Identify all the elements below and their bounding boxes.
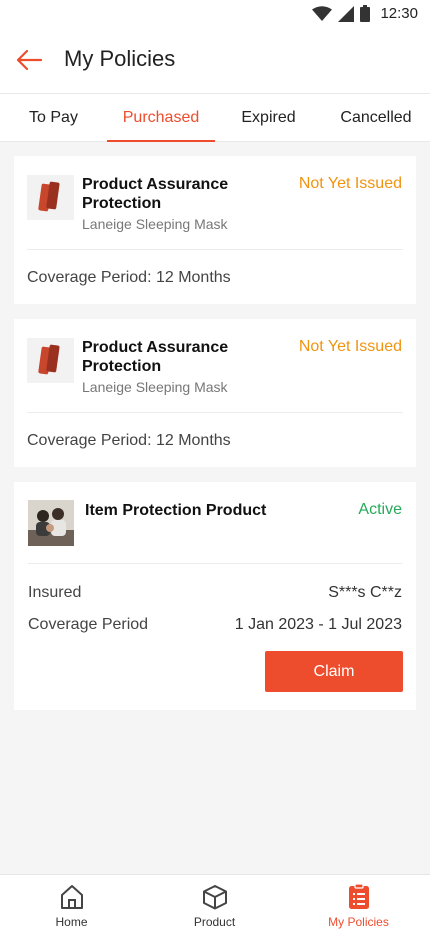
nav-label: Product bbox=[193, 915, 236, 929]
status-time: 12:30 bbox=[380, 5, 418, 22]
signal-icon bbox=[338, 5, 355, 22]
tab-purchased[interactable]: Purchased bbox=[107, 94, 215, 142]
app-header: My Policies bbox=[0, 28, 430, 93]
policy-card[interactable]: Item Protection Product Active Insured S… bbox=[14, 482, 416, 710]
box-icon bbox=[202, 885, 227, 910]
back-button[interactable] bbox=[14, 45, 44, 75]
active-tab-indicator bbox=[107, 140, 215, 142]
coverage-period-value: 1 Jan 2023 - 1 Jul 2023 bbox=[234, 616, 402, 633]
product-name: Item Protection Product bbox=[85, 502, 267, 519]
arrow-left-icon bbox=[16, 49, 43, 71]
bottom-nav: Home Product My Policies bbox=[0, 874, 430, 931]
product-thumbnail bbox=[27, 338, 74, 383]
divider bbox=[28, 563, 402, 564]
coverage-period-label: Coverage Period bbox=[28, 616, 149, 633]
policy-status: Not Yet Issued bbox=[298, 338, 402, 355]
product-subtitle: Laneige Sleeping Mask bbox=[82, 216, 228, 232]
product-name: Product Assurance Protection bbox=[82, 176, 229, 212]
policy-card[interactable]: Product Assurance Protection Laneige Sle… bbox=[14, 156, 416, 304]
battery-icon bbox=[360, 5, 371, 22]
wifi-icon bbox=[312, 5, 333, 21]
claim-button[interactable]: Claim bbox=[265, 651, 403, 692]
coverage-period: Coverage Period: 12 Months bbox=[27, 269, 231, 286]
tab-to-pay[interactable]: To Pay bbox=[0, 94, 107, 142]
product-thumbnail bbox=[27, 175, 74, 220]
nav-home[interactable]: Home bbox=[0, 875, 143, 931]
product-thumbnail bbox=[28, 500, 74, 546]
nav-product[interactable]: Product bbox=[143, 875, 286, 931]
status-icons: 12:30 bbox=[312, 5, 418, 22]
nav-my-policies[interactable]: My Policies bbox=[287, 875, 430, 931]
insured-value: S***s C**z bbox=[328, 584, 402, 601]
nav-label: My Policies bbox=[328, 915, 389, 929]
coverage-period: Coverage Period: 12 Months bbox=[27, 432, 231, 449]
product-subtitle: Laneige Sleeping Mask bbox=[82, 379, 228, 395]
divider bbox=[27, 249, 403, 250]
status-bar: 12:30 bbox=[0, 0, 430, 28]
insured-label: Insured bbox=[28, 584, 82, 601]
policy-status: Active bbox=[358, 501, 402, 518]
policy-status: Not Yet Issued bbox=[298, 175, 402, 192]
policy-card[interactable]: Product Assurance Protection Laneige Sle… bbox=[14, 319, 416, 467]
home-icon bbox=[60, 885, 83, 909]
policy-list-icon bbox=[348, 883, 369, 909]
tab-cancelled[interactable]: Cancelled bbox=[322, 94, 430, 142]
product-name: Product Assurance Protection bbox=[82, 339, 229, 375]
page-title: My Policies bbox=[64, 46, 176, 71]
tab-bar: To Pay Purchased Expired Cancelled bbox=[0, 93, 430, 142]
divider bbox=[27, 412, 403, 413]
nav-label: Home bbox=[55, 915, 88, 929]
tab-expired[interactable]: Expired bbox=[215, 94, 322, 142]
